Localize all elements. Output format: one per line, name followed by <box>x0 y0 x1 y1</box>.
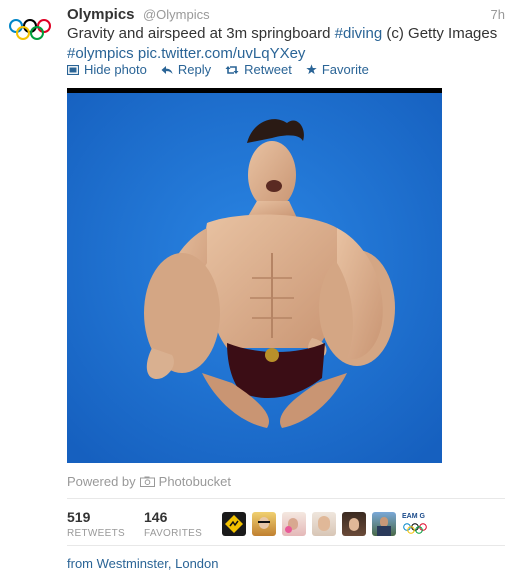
diver-photo-image <box>67 93 442 463</box>
tweet-timestamp[interactable]: 7h <box>491 7 505 22</box>
tweet-location[interactable]: from Westminster, London <box>67 556 219 571</box>
olympic-rings-icon <box>403 523 427 534</box>
olympics-avatar[interactable] <box>8 12 56 48</box>
favorites-label: FAVORITES <box>144 528 203 539</box>
divider <box>67 545 505 546</box>
reply-icon <box>161 65 173 74</box>
favoriters-list: EAM G <box>222 512 430 536</box>
favorites-stat[interactable]: 146 FAVORITES <box>144 509 202 539</box>
favoriter-avatar[interactable] <box>312 512 336 536</box>
retweet-label: Retweet <box>244 62 292 77</box>
reply-button[interactable]: Reply <box>161 62 211 77</box>
tweet-text: Gravity and airspeed at 3m springboard #… <box>67 24 507 64</box>
hide-photo-label: Hide photo <box>84 62 147 77</box>
tweet-text-part: Gravity and airspeed at 3m springboard <box>67 25 335 42</box>
retweets-count: 519 <box>67 509 91 525</box>
divider <box>67 498 505 499</box>
favorites-count: 146 <box>144 509 168 525</box>
olympic-rings-icon <box>9 19 51 40</box>
camera-icon <box>139 476 155 487</box>
pic-link[interactable]: pic.twitter.com/uvLqYXey <box>138 45 306 62</box>
tweet-text-part: (c) Getty Images <box>382 25 498 42</box>
hide-photo-button[interactable]: Hide photo <box>67 62 147 77</box>
favoriter-avatar[interactable] <box>222 512 246 536</box>
retweets-label: RETWEETS <box>67 528 125 539</box>
hashtag-olympics-link[interactable]: #olympics <box>67 45 134 62</box>
retweets-stat[interactable]: 519 RETWEETS <box>67 509 125 539</box>
photobucket-link[interactable]: Photobucket <box>159 474 231 489</box>
retweet-icon <box>225 65 239 74</box>
tweet-photo[interactable] <box>67 88 442 463</box>
reply-label: Reply <box>177 62 212 77</box>
star-icon <box>306 64 317 75</box>
tweet-header: Olympics @Olympics 7h <box>67 6 505 24</box>
favorite-label: Favorite <box>321 62 369 77</box>
photo-icon <box>67 64 79 75</box>
favoriter-avatar-team[interactable]: EAM G <box>402 512 430 536</box>
warning-sign-icon <box>225 515 243 533</box>
retweet-button[interactable]: Retweet <box>225 62 292 77</box>
location-link[interactable]: from Westminster, London <box>67 556 219 571</box>
user-name[interactable]: Olympics <box>67 6 135 23</box>
user-handle[interactable]: @Olympics <box>143 7 210 22</box>
favoriter-avatar[interactable] <box>252 512 276 536</box>
tweet-actions: Hide photo Reply Retweet Favorite <box>67 62 369 77</box>
powered-by-label: Powered by <box>67 474 136 489</box>
media-attribution: Powered by Photobucket <box>67 474 231 489</box>
favoriter-avatar[interactable] <box>342 512 366 536</box>
hashtag-diving-link[interactable]: #diving <box>335 25 383 42</box>
favoriter-avatar[interactable] <box>372 512 396 536</box>
favoriter-avatar[interactable] <box>282 512 306 536</box>
favorite-button[interactable]: Favorite <box>306 62 369 77</box>
team-label: EAM G <box>402 513 425 520</box>
